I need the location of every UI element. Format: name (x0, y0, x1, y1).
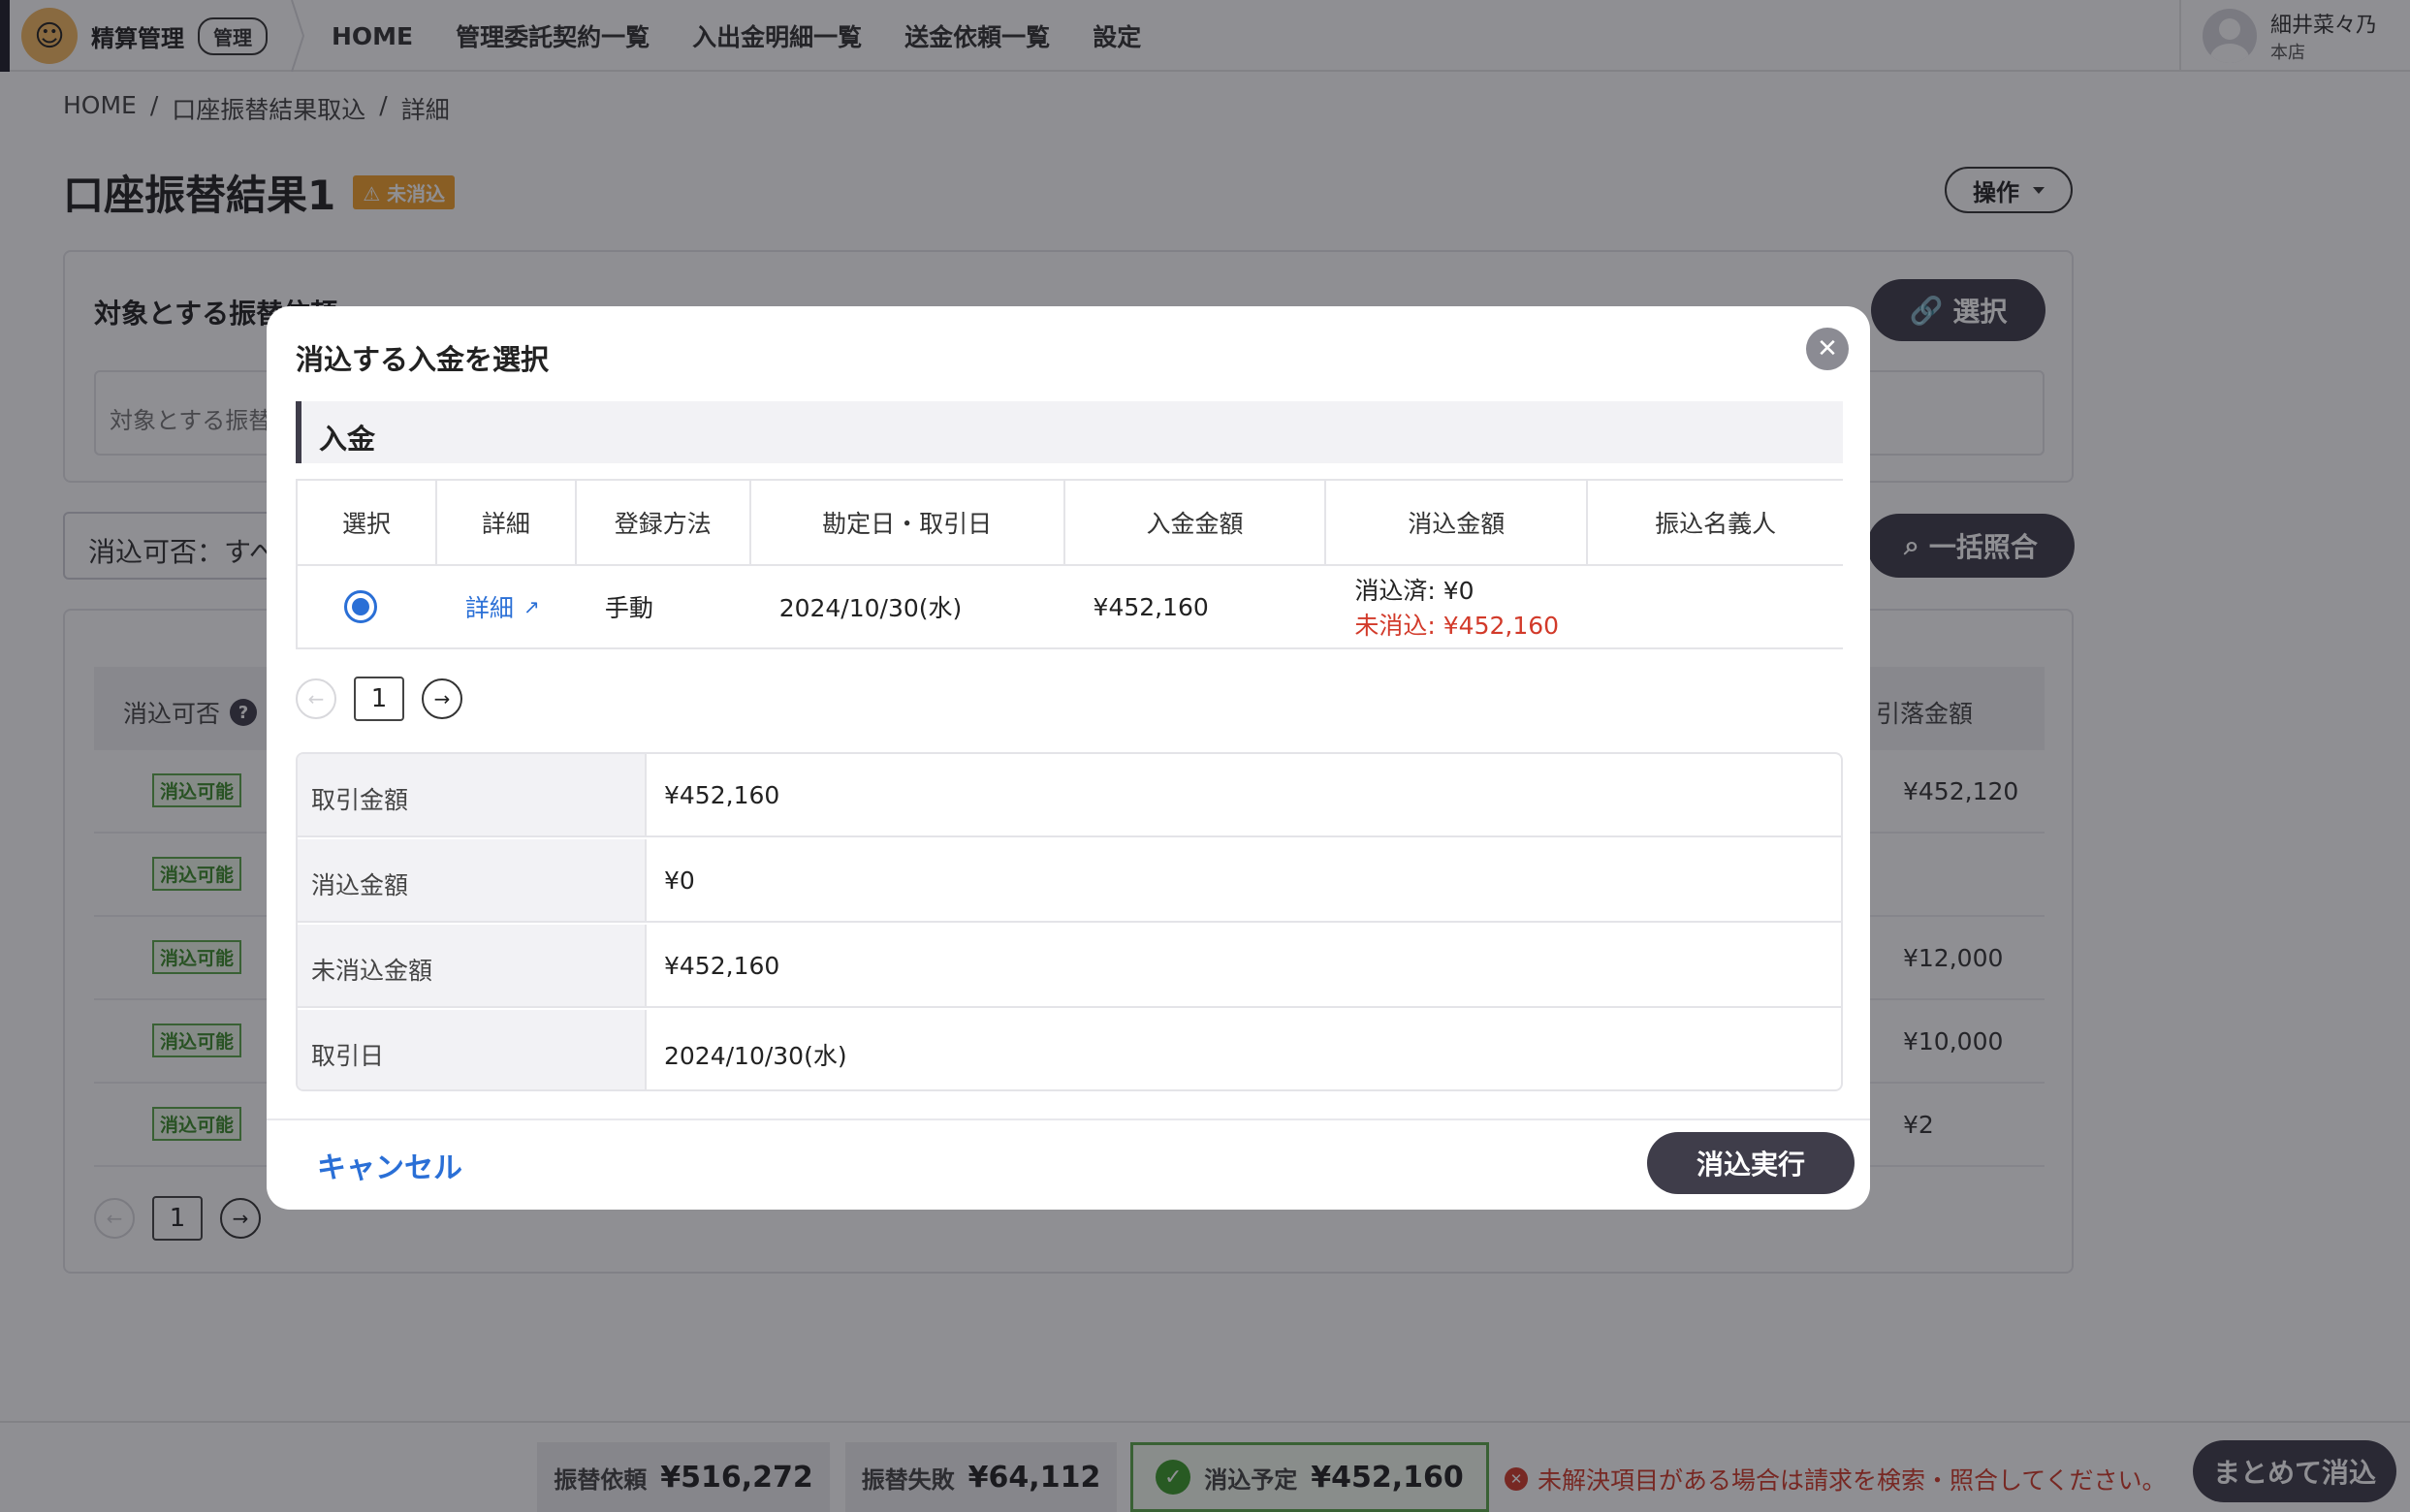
detail-value: ¥0 (664, 866, 695, 895)
col-detail: 詳細 (435, 479, 577, 566)
select-cell (296, 565, 436, 649)
modal-footer-divider (267, 1118, 1870, 1120)
deposit-table: 選択 詳細 登録方法 勘定日・取引日 入金金額 消込金額 振込名義人 詳細 ↗ … (296, 479, 1843, 649)
detail-label: 消込金額 (298, 839, 647, 921)
select-deposit-modal: 消込する入金を選択 ✕ 入金 選択 詳細 登録方法 勘定日・取引日 入金金額 消… (267, 306, 1870, 1210)
detail-value: ¥452,160 (664, 952, 780, 980)
prev-page-arrow-icon[interactable]: ← (296, 678, 336, 719)
detail-link[interactable]: 詳細 ↗ (465, 589, 576, 624)
detail-label: 未消込金額 (298, 925, 647, 1006)
detail-row: 取引金額 ¥452,160 (298, 754, 1841, 837)
deposit-pagination: ← 1 → (296, 677, 462, 721)
detail-link-label: 詳細 (464, 594, 514, 622)
payer-cell (1587, 565, 1843, 649)
close-icon[interactable]: ✕ (1806, 328, 1849, 370)
detail-label: 取引金額 (298, 754, 647, 835)
cleared-text: 消込済: ¥0 (1354, 577, 1475, 605)
detail-row: 取引日 2024/10/30(水) (298, 1010, 1841, 1089)
deposit-section-heading: 入金 (296, 401, 1843, 463)
table-row[interactable]: 詳細 ↗ 手動 2024/10/30(水) ¥452,160 消込済: ¥0 未… (296, 565, 1843, 649)
uncleared-text: 未消込: ¥452,160 (1354, 612, 1560, 640)
detail-value: 2024/10/30(水) (664, 1042, 847, 1070)
detail-label: 取引日 (298, 1010, 647, 1089)
detail-row: 未消込金額 ¥452,160 (298, 925, 1841, 1008)
col-select: 選択 (296, 479, 437, 566)
cleared-amount-cell: 消込済: ¥0 未消込: ¥452,160 (1325, 565, 1588, 649)
col-cleared-amount: 消込金額 (1325, 479, 1589, 566)
deposit-detail-panel: 取引金額 ¥452,160 消込金額 ¥0 未消込金額 ¥452,160 取引日… (296, 752, 1843, 1091)
next-page-arrow-icon[interactable]: → (422, 678, 462, 719)
col-amount: 入金金額 (1063, 479, 1327, 566)
detail-row: 消込金額 ¥0 (298, 839, 1841, 923)
modal-title: 消込する入金を選択 (296, 343, 550, 376)
amount-cell: ¥452,160 (1063, 565, 1326, 649)
cancel-button[interactable]: キャンセル (317, 1144, 462, 1186)
detail-value: ¥452,160 (664, 781, 780, 809)
deposit-radio[interactable] (344, 590, 377, 623)
col-payer: 振込名義人 (1587, 479, 1843, 566)
col-date: 勘定日・取引日 (749, 479, 1065, 566)
execute-clear-button[interactable]: 消込実行 (1647, 1132, 1855, 1194)
external-link-icon: ↗ (523, 595, 540, 618)
col-method: 登録方法 (575, 479, 751, 566)
page-number[interactable]: 1 (354, 677, 404, 721)
date-cell: 2024/10/30(水) (749, 565, 1064, 649)
method-cell: 手動 (575, 565, 750, 649)
detail-cell: 詳細 ↗ (435, 565, 576, 649)
